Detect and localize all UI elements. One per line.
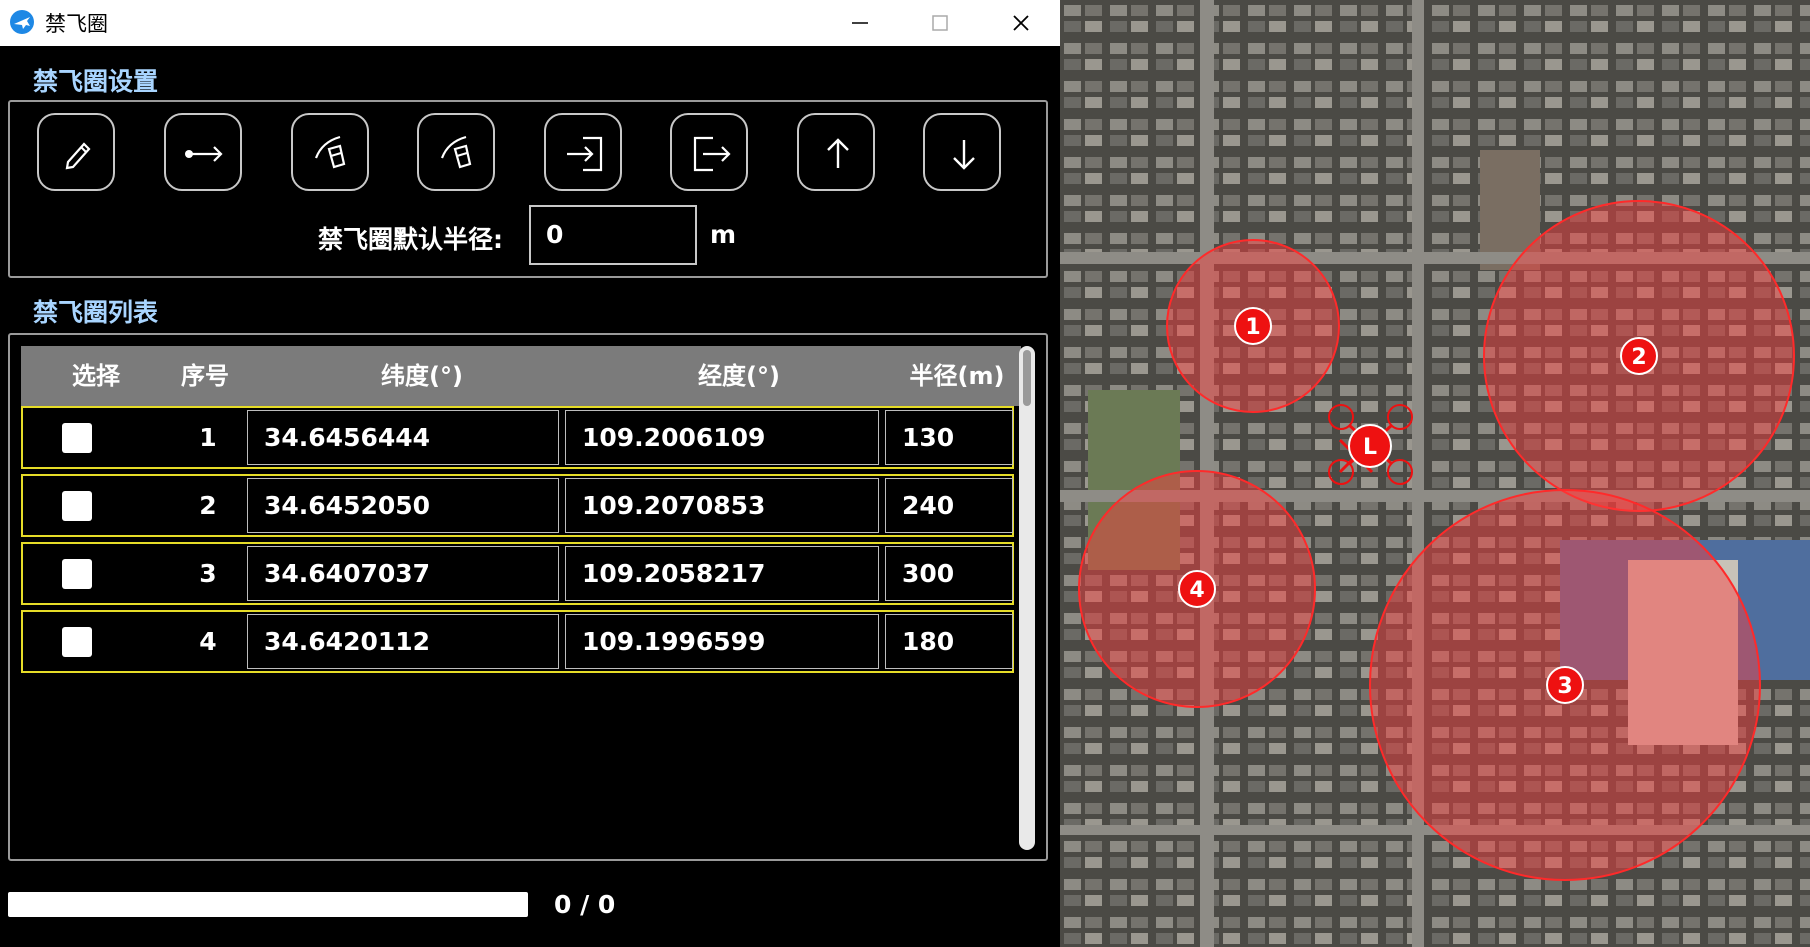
draw-zone-button[interactable]	[37, 113, 115, 191]
move-down-button[interactable]	[923, 113, 1001, 191]
maximize-button[interactable]	[901, 0, 979, 46]
row-checkbox[interactable]	[62, 423, 92, 453]
maximize-icon	[932, 15, 948, 31]
latitude-cell[interactable]: 34.6407037	[247, 546, 559, 601]
column-longitude: 经度(°)	[698, 362, 780, 390]
progress-bar	[8, 892, 528, 917]
radius-cell[interactable]: 180	[885, 614, 1013, 669]
minimize-icon	[852, 22, 868, 24]
column-radius: 半径(m)	[909, 362, 1005, 390]
close-icon	[1013, 15, 1029, 31]
settings-section-title: 禁飞圈设置	[33, 67, 159, 96]
row-index: 1	[199, 423, 217, 452]
list-section-title: 禁飞圈列表	[33, 298, 159, 327]
close-button[interactable]	[982, 0, 1060, 46]
radius-cell[interactable]: 300	[885, 546, 1013, 601]
longitude-cell[interactable]: 109.2058217	[565, 546, 879, 601]
table-header: 选择 序号 纬度(°) 经度(°) 半径(m)	[21, 346, 1021, 406]
row-checkbox[interactable]	[62, 491, 92, 521]
zone-label: 3	[1557, 674, 1572, 699]
row-checkbox[interactable]	[62, 627, 92, 657]
zone-label: 4	[1189, 578, 1204, 603]
table-row[interactable]: 1 34.6456444 109.2006109 130	[21, 406, 1014, 469]
zone-label: 2	[1631, 345, 1646, 370]
longitude-cell[interactable]: 109.2006109	[565, 410, 879, 465]
eraser-alt-icon	[440, 135, 472, 169]
move-up-button[interactable]	[797, 113, 875, 191]
arrow-down-icon	[953, 140, 975, 170]
column-select: 选择	[72, 362, 120, 390]
export-icon	[693, 136, 731, 172]
import-icon	[567, 136, 603, 172]
latitude-cell[interactable]: 34.6456444	[247, 410, 559, 465]
home-marker-label: L	[1363, 435, 1377, 460]
row-index: 2	[199, 491, 217, 520]
arrow-up-icon	[827, 138, 849, 168]
table-row[interactable]: 4 34.6420112 109.1996599 180	[21, 610, 1014, 673]
table-row[interactable]: 2 34.6452050 109.2070853 240	[21, 474, 1014, 537]
latitude-cell[interactable]: 34.6452050	[247, 478, 559, 533]
add-point-button[interactable]	[164, 113, 242, 191]
longitude-cell[interactable]: 109.2070853	[565, 478, 879, 533]
radius-cell[interactable]: 130	[885, 410, 1013, 465]
minimize-button[interactable]	[821, 0, 899, 46]
erase-button[interactable]	[291, 113, 369, 191]
row-index: 4	[199, 627, 217, 656]
default-radius-label: 禁飞圈默认半径:	[318, 225, 503, 254]
window-title: 禁飞圈	[45, 12, 108, 36]
latitude-cell[interactable]: 34.6420112	[247, 614, 559, 669]
radius-cell[interactable]: 240	[885, 478, 1013, 533]
airplane-icon	[9, 9, 35, 39]
radius-unit: m	[710, 220, 737, 249]
table-row[interactable]: 3 34.6407037 109.2058217 300	[21, 542, 1014, 605]
column-latitude: 纬度(°)	[381, 362, 463, 390]
column-index: 序号	[181, 362, 229, 390]
zone-label: 1	[1245, 315, 1260, 340]
title-bar[interactable]: 禁飞圈	[0, 0, 1060, 46]
satellite-map[interactable]: 1 2 3 4 L	[1060, 0, 1810, 947]
row-checkbox[interactable]	[62, 559, 92, 589]
row-index: 3	[199, 559, 217, 588]
longitude-cell[interactable]: 109.1996599	[565, 614, 879, 669]
pencil-icon	[65, 142, 91, 170]
scrollbar-thumb[interactable]	[1023, 350, 1031, 406]
no-fly-zone-window: 禁飞圈 禁飞圈设置 禁飞圈默认半径: 0 m 禁飞圈列表 选择 序号 纬度(°)…	[0, 0, 1060, 947]
dot-arrow-icon	[185, 146, 223, 162]
export-button[interactable]	[670, 113, 748, 191]
default-radius-input[interactable]: 0	[529, 205, 697, 265]
import-button[interactable]	[544, 113, 622, 191]
list-scrollbar[interactable]	[1019, 346, 1035, 850]
progress-text: 0 / 0	[554, 890, 616, 919]
erase-all-button[interactable]	[417, 113, 495, 191]
eraser-icon	[314, 135, 346, 169]
